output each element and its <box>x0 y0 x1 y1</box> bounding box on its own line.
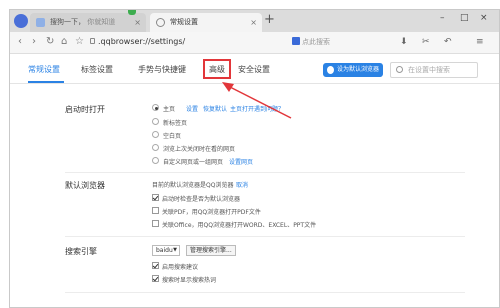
annotation-arrow-icon <box>222 82 292 119</box>
browser-window: 搜狗一下， 你就知道 × 常规设置 × + – □ × ‹ › ↻ ⌂ ☆ .q… <box>9 9 500 308</box>
